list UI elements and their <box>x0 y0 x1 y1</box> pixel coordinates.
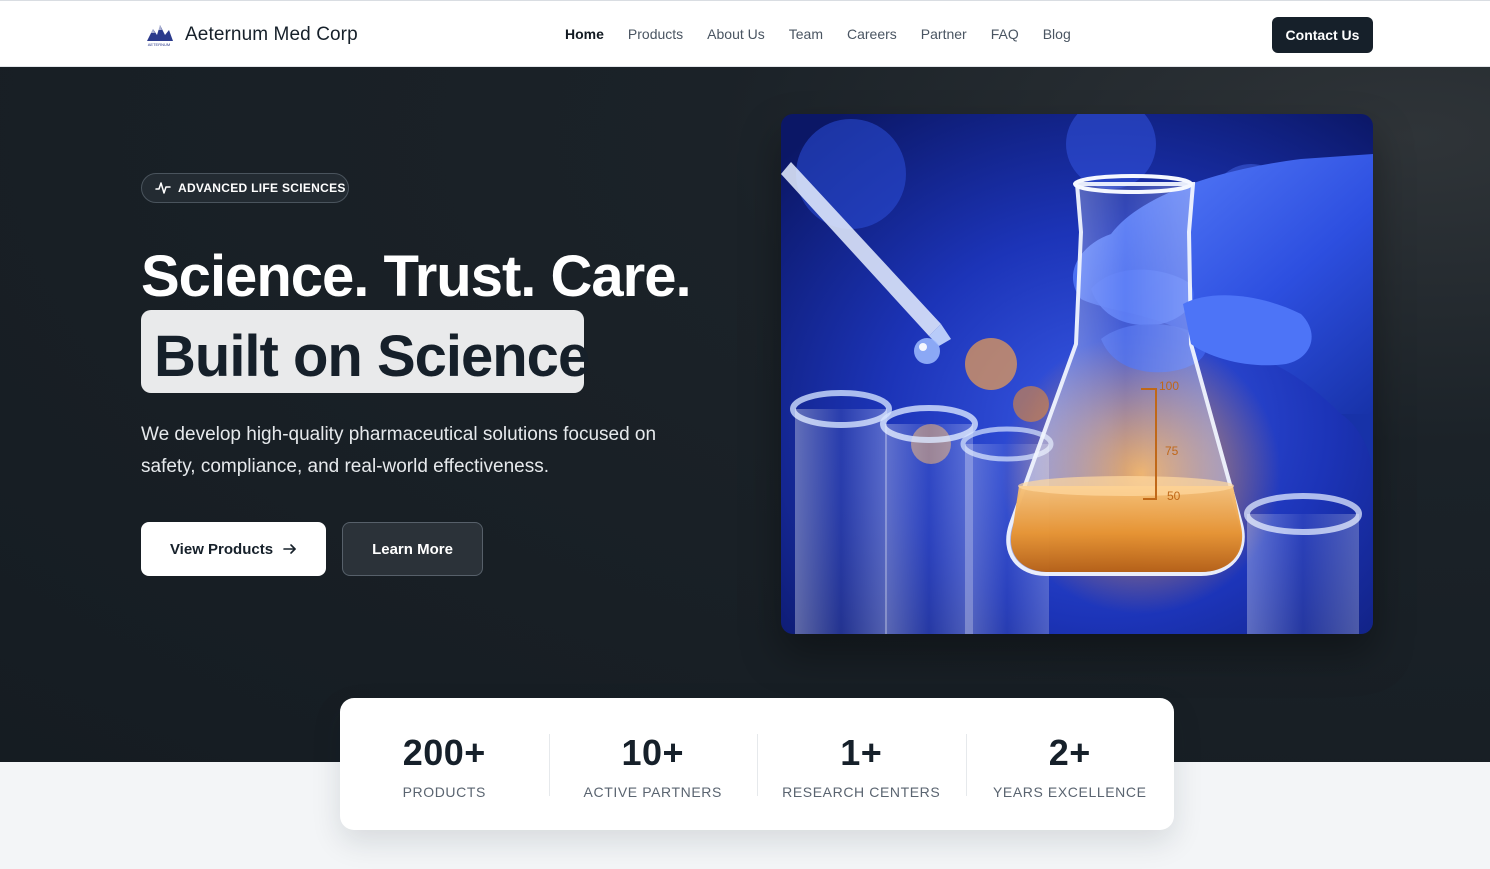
flask-mark-75: 75 <box>1165 444 1179 458</box>
hero-section: ADVANCED LIFE SCIENCES Science. Trust. C… <box>0 67 1490 762</box>
main-menu: Home Products About Us Team Careers Part… <box>565 26 1071 42</box>
stat-value: 200+ <box>402 732 486 773</box>
hero-headline: Science. Trust. Care. <box>141 244 692 309</box>
nav-link-about-us[interactable]: About Us <box>707 26 765 42</box>
contact-us-button[interactable]: Contact Us <box>1272 17 1373 53</box>
nav-link-team[interactable]: Team <box>789 26 823 42</box>
stat-products: 200+ PRODUCTS <box>340 698 549 830</box>
flask-mark-100: 100 <box>1159 379 1179 393</box>
badge-label: ADVANCED LIFE SCIENCES <box>178 181 346 195</box>
stat-label: YEARS EXCELLENCE <box>992 784 1147 800</box>
stat-label: PRODUCTS <box>402 784 486 800</box>
laboratory-flask-photo: 100 75 50 <box>781 114 1373 634</box>
stat-label: RESEARCH CENTERS <box>782 784 941 800</box>
hero-description: We develop high-quality pharmaceutical s… <box>141 424 657 477</box>
category-badge: ADVANCED LIFE SCIENCES <box>141 173 349 203</box>
stat-research-centers: 1+ RESEARCH CENTERS <box>757 698 966 830</box>
nav-link-home[interactable]: Home <box>565 26 604 42</box>
logo-wordmark: AETERNUM <box>148 42 170 47</box>
stat-value: 2+ <box>1048 732 1091 773</box>
top-navbar: AETERNUM Aeternum Med Corp Home Products… <box>0 0 1490 67</box>
brand[interactable]: AETERNUM Aeternum Med Corp <box>143 21 358 49</box>
flask-mark-50: 50 <box>1167 489 1181 503</box>
view-products-label: View Products <box>169 540 274 558</box>
nav-link-partner[interactable]: Partner <box>921 26 967 42</box>
stat-label: ACTIVE PARTNERS <box>583 784 722 800</box>
nav-link-careers[interactable]: Careers <box>847 26 897 42</box>
stat-years-excellence: 2+ YEARS EXCELLENCE <box>965 698 1175 830</box>
learn-more-button[interactable]: Learn More <box>342 522 483 576</box>
stats-card: 200+ PRODUCTS 10+ ACTIVE PARTNERS 1+ RES… <box>340 698 1174 830</box>
nav-link-blog[interactable]: Blog <box>1043 26 1071 42</box>
brand-name: Aeternum Med Corp <box>185 24 358 45</box>
stat-value: 10+ <box>621 732 685 773</box>
view-products-button[interactable]: View Products <box>141 522 326 576</box>
stat-active-partners: 10+ ACTIVE PARTNERS <box>548 698 758 830</box>
hero-image: 100 75 50 <box>781 114 1373 634</box>
nav-link-faq[interactable]: FAQ <box>991 26 1019 42</box>
arrow-right-icon <box>283 544 296 554</box>
company-logo-icon: AETERNUM <box>147 25 173 47</box>
stat-value: 1+ <box>840 732 883 773</box>
nav-link-products[interactable]: Products <box>628 26 683 42</box>
activity-pulse-icon <box>155 182 171 194</box>
hero-highlight: Built on Science <box>154 324 590 389</box>
